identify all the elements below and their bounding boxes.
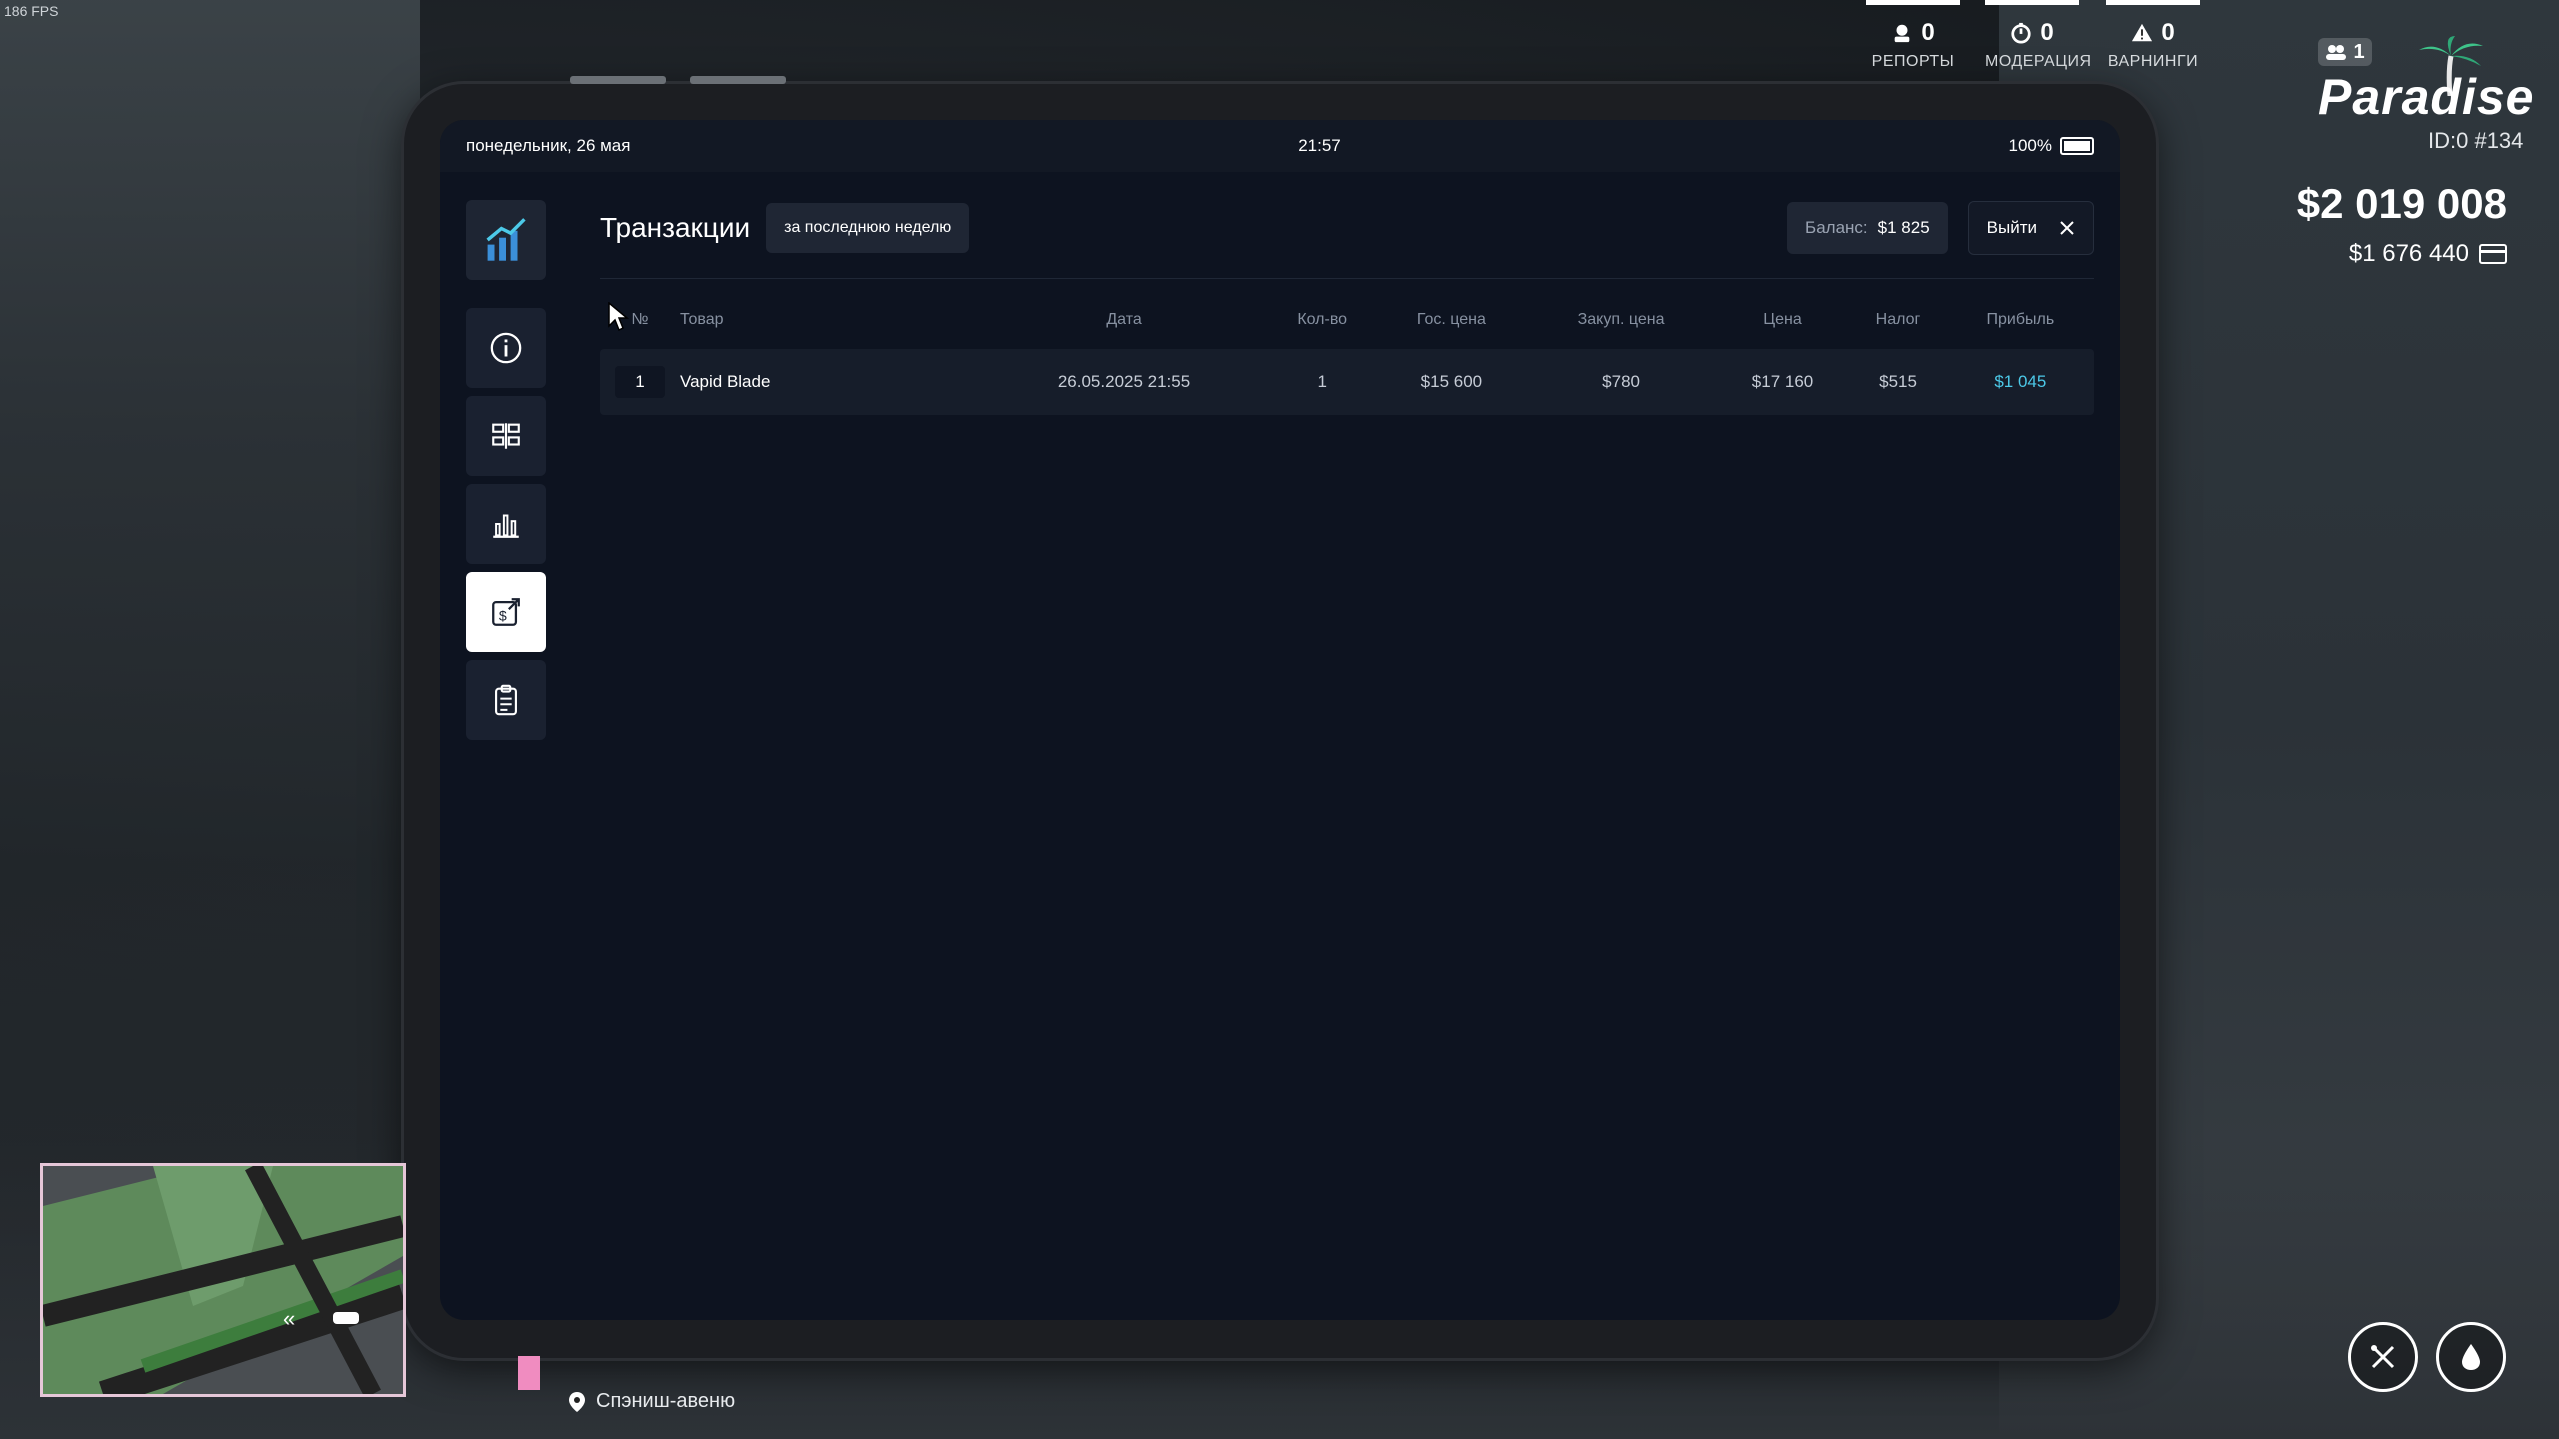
status-date: понедельник, 26 мая — [466, 136, 631, 155]
hud-warnings: 0 ВАРНИНГИ — [2106, 0, 2200, 71]
battery-status: 100% — [2009, 136, 2094, 156]
row-price: $17 160 — [1715, 349, 1850, 415]
status-bar: понедельник, 26 мая 21:57 100% — [440, 120, 2120, 172]
fork-knife-icon — [2371, 1345, 2395, 1369]
transactions-panel: Транзакции за последнюю неделю Баланс: $1… — [600, 200, 2094, 423]
warning-icon — [2132, 23, 2153, 42]
sidebar-item-info[interactable] — [466, 308, 546, 388]
col-profit: Прибыль — [1986, 311, 2055, 328]
moderation-count: 0 — [2040, 19, 2054, 46]
page-title: Транзакции — [600, 212, 751, 243]
exit-label: Выйти — [1986, 218, 2037, 237]
row-gov-price: $15 600 — [1376, 349, 1527, 415]
tablet-screen: понедельник, 26 мая 21:57 100% $ Транзак… — [440, 120, 2120, 1320]
fps-counter: 186 FPS — [4, 3, 59, 19]
sidebar-item-orders[interactable] — [466, 660, 546, 740]
clipboard-icon — [495, 684, 517, 716]
warnings-count: 0 — [2161, 19, 2175, 46]
col-date: Дата — [1106, 311, 1142, 328]
timer-icon — [2011, 22, 2031, 44]
sidebar: $ — [466, 200, 546, 748]
report-icon — [1894, 24, 1910, 43]
location-pin-icon — [569, 1391, 585, 1412]
moderation-label: МОДЕРАЦИЯ — [1985, 53, 2092, 70]
row-date: 26.05.2025 21:55 — [980, 349, 1269, 415]
cash-amount: $2 019 008 — [2296, 180, 2507, 227]
warnings-label: ВАРНИНГИ — [2107, 53, 2199, 70]
period-filter[interactable]: за последнюю неделю — [766, 203, 970, 253]
street-location: Спэниш-авеню — [568, 1390, 735, 1413]
sidebar-item-stats[interactable] — [466, 484, 546, 564]
catalog-icon — [492, 423, 520, 449]
users-icon — [2326, 45, 2347, 60]
server-logo: Paradise — [2318, 69, 2535, 125]
bank-balance: $1 676 440 — [2349, 240, 2507, 268]
water-drop-icon — [2462, 1344, 2480, 1370]
hud-moderation: 0 МОДЕРАЦИЯ — [1985, 0, 2092, 71]
reports-count: 0 — [1921, 19, 1935, 46]
card-icon — [2479, 244, 2507, 264]
col-price: Цена — [1763, 311, 1802, 328]
minimap: « — [40, 1163, 406, 1397]
water-status-button[interactable] — [2436, 1322, 2506, 1392]
col-qty: Кол-во — [1297, 311, 1348, 328]
food-status-button[interactable] — [2348, 1322, 2418, 1392]
col-tax: Налог — [1875, 311, 1921, 328]
info-icon — [490, 332, 522, 364]
transactions-table: № Товар Дата Кол-во Гос. цена Закуп. цен… — [600, 291, 2094, 423]
row-buy-price: $780 — [1526, 349, 1716, 415]
close-icon — [2060, 221, 2074, 235]
row-number: 1 — [600, 349, 680, 415]
reports-label: РЕПОРТЫ — [1871, 53, 1955, 70]
sidebar-item-transactions[interactable]: $ — [466, 572, 546, 652]
minimap-marker — [518, 1356, 540, 1390]
online-count: 1 — [2353, 40, 2365, 63]
col-item: Товар — [680, 311, 724, 328]
table-header: № Товар Дата Кол-во Гос. цена Закуп. цен… — [600, 299, 2094, 341]
business-logo-icon — [466, 200, 546, 280]
balance-display: Баланс: $1 825 — [1787, 202, 1948, 254]
street-name: Спэниш-авеню — [596, 1390, 736, 1412]
battery-percent: 100% — [2008, 136, 2052, 155]
bank-amount: $1 676 440 — [2348, 240, 2469, 267]
row-tax: $515 — [1849, 349, 1947, 415]
bar-chart-icon — [493, 514, 519, 538]
transaction-icon: $ — [492, 598, 520, 626]
col-buy-price: Закуп. цена — [1577, 311, 1665, 328]
svg-text:«: « — [283, 1306, 295, 1331]
table-row[interactable]: 1 Vapid Blade 26.05.2025 21:55 1 $15 600… — [600, 349, 2094, 415]
online-players: 1 — [2318, 38, 2372, 66]
col-gov-price: Гос. цена — [1416, 311, 1486, 328]
status-time: 21:57 — [1298, 136, 1341, 155]
svg-text:$: $ — [499, 609, 507, 625]
sidebar-item-catalog[interactable] — [466, 396, 546, 476]
row-qty: 1 — [1268, 349, 1377, 415]
battery-icon — [2060, 137, 2094, 155]
player-id: ID:0 #134 — [2428, 128, 2524, 153]
balance-value: $1 825 — [1877, 218, 1930, 237]
balance-label: Баланс: — [1805, 218, 1868, 237]
row-item: Vapid Blade — [680, 349, 980, 415]
hud-reports: 0 РЕПОРТЫ — [1866, 0, 1960, 71]
row-profit: $1 045 — [1946, 349, 2094, 415]
mouse-cursor-icon — [608, 302, 630, 332]
exit-button[interactable]: Выйти — [1967, 201, 2094, 255]
